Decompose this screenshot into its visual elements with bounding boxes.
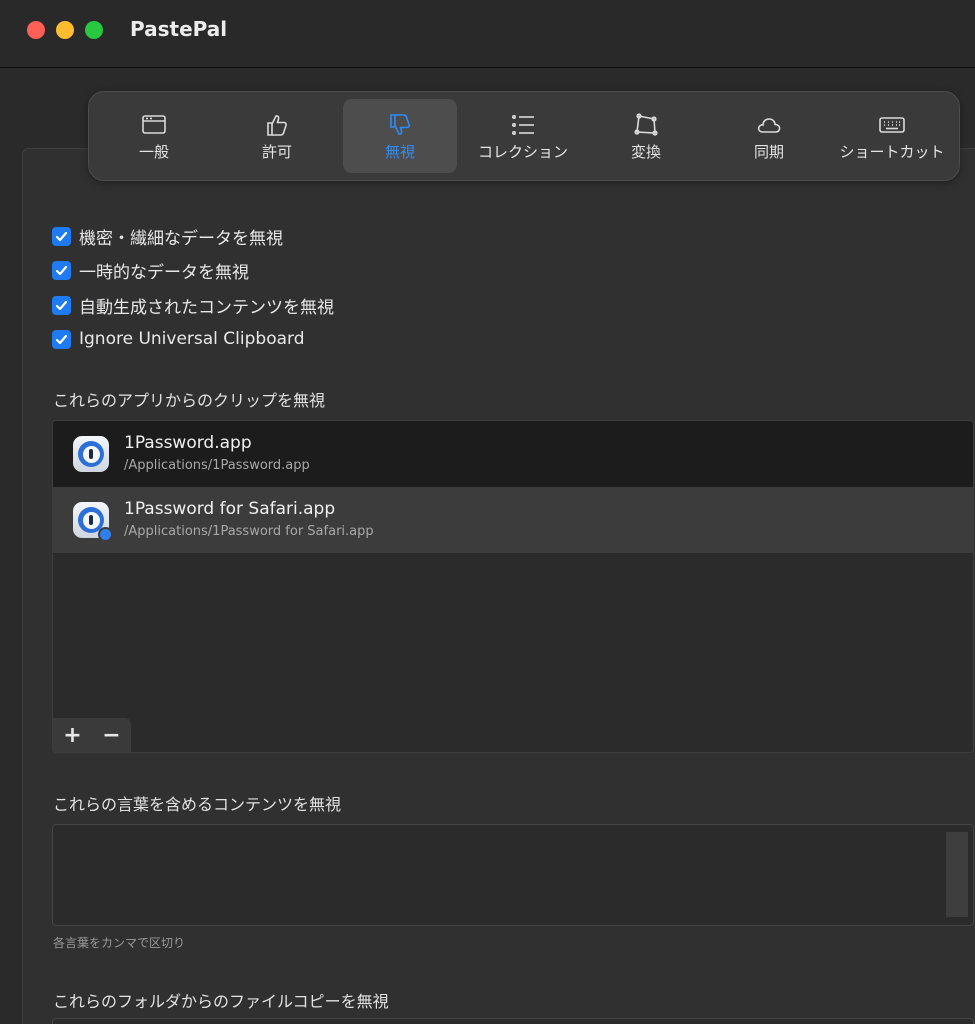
option-ignore-autogenerated[interactable]: 自動生成されたコンテンツを無視 [52, 293, 334, 318]
tab-label: 無視 [384, 143, 415, 161]
remove-app-button[interactable]: − [92, 718, 131, 752]
window-title: PastePal [130, 17, 228, 41]
checkbox[interactable] [52, 260, 71, 280]
option-label: Ignore Universal Clipboard [79, 329, 305, 349]
cloud-icon [757, 118, 781, 133]
tab-allow[interactable]: 許可 [220, 99, 334, 173]
minimize-window-button[interactable] [56, 21, 74, 39]
words-hint: 各言葉をカンマで区切り [53, 936, 186, 950]
tab-shortcuts[interactable]: ショートカット [835, 99, 949, 173]
app-path: /Applications/1Password for Safari.app [124, 524, 374, 539]
app-name: 1Password.app [124, 433, 252, 453]
tab-sync[interactable]: 同期 [712, 99, 826, 173]
checkmark-icon [55, 265, 68, 275]
app-path: /Applications/1Password.app [124, 458, 310, 473]
option-ignore-transient[interactable]: 一時的なデータを無視 [52, 258, 249, 283]
tab-label: 同期 [753, 143, 784, 161]
tab-label: 変換 [630, 143, 661, 161]
option-ignore-universal-clipboard[interactable]: Ignore Universal Clipboard [52, 327, 305, 351]
safari-badge-icon [98, 527, 113, 542]
option-label: 機密・繊細なデータを無視 [79, 228, 283, 249]
shape-icon [634, 113, 658, 136]
ignored-folders-list[interactable] [52, 1018, 974, 1024]
option-label: 自動生成されたコンテンツを無視 [79, 297, 334, 318]
words-section-label: これらの言葉を含めるコンテンツを無視 [53, 795, 342, 814]
tab-transform[interactable]: 変換 [589, 99, 703, 173]
keyboard-icon [879, 117, 905, 133]
option-ignore-sensitive[interactable]: 機密・繊細なデータを無視 [52, 224, 283, 249]
checkbox[interactable] [52, 226, 71, 246]
title-bar: PastePal [0, 0, 975, 68]
checkmark-icon [55, 231, 68, 241]
window-icon [142, 115, 166, 134]
ignored-words-field[interactable] [52, 824, 974, 926]
option-label: 一時的なデータを無視 [79, 262, 249, 283]
close-window-button[interactable] [27, 21, 45, 39]
checkmark-icon [55, 300, 68, 310]
tab-ignore[interactable]: 無視 [343, 99, 457, 173]
tab-collections[interactable]: コレクション [466, 99, 580, 173]
tab-label: 一般 [138, 143, 169, 161]
checkmark-icon [55, 334, 68, 344]
app-name: 1Password for Safari.app [124, 499, 336, 519]
preferences-toolbar: 一般 許可 無視 コレクション 変換 同期 ショートカット [88, 91, 960, 181]
1password-safari-app-icon [73, 502, 113, 542]
tab-label: コレクション [477, 143, 568, 161]
tab-label: 許可 [261, 143, 292, 161]
tab-label: ショートカット [839, 143, 945, 161]
checkbox[interactable] [52, 329, 71, 349]
ignored-apps-list[interactable]: 1Password.app /Applications/1Password.ap… [52, 420, 974, 753]
add-app-button[interactable]: + [53, 718, 92, 752]
apps-section-label: これらのアプリからのクリップを無視 [53, 391, 326, 410]
tab-general[interactable]: 一般 [97, 99, 211, 173]
list-item[interactable]: 1Password for Safari.app /Applications/1… [53, 487, 973, 553]
thumbs-down-icon [390, 114, 410, 135]
zoom-window-button[interactable] [85, 21, 103, 39]
folders-section-label: これらのフォルダからのファイルコピーを無視 [53, 992, 389, 1011]
list-item[interactable]: 1Password.app /Applications/1Password.ap… [53, 421, 973, 487]
checkbox[interactable] [52, 295, 71, 315]
add-remove-bar: + − [53, 718, 131, 752]
thumbs-up-icon [267, 115, 287, 136]
list-icon [511, 115, 534, 135]
1password-app-icon [73, 436, 109, 472]
